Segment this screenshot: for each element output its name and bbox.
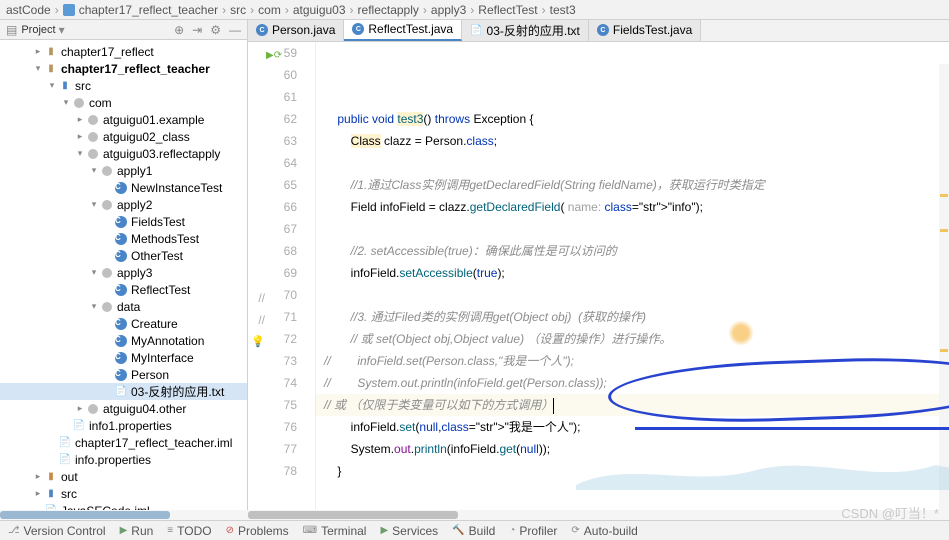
settings-icon[interactable]: ⚙ [210,23,221,37]
editor-area: CPerson.javaCReflectTest.java📄03-反射的应用.t… [248,20,949,520]
terminal-button[interactable]: ⌨Terminal [303,524,367,538]
bc-item[interactable]: ReflectTest [478,3,537,17]
watermark: CSDN @叮当！* [841,503,939,522]
bottom-toolbar: ⎇Version Control ▶Run ≡TODO ⊘Problems ⌨T… [0,520,949,540]
tree-item-fieldstest[interactable]: CFieldsTest [0,213,247,230]
tree-item-apply1[interactable]: ▾apply1 [0,162,247,179]
bc-item[interactable]: com [258,3,281,17]
sidebar-title: Project [21,24,55,36]
tab-03-------txt[interactable]: 📄03-反射的应用.txt [462,20,589,41]
bc-item[interactable]: astCode [6,3,51,17]
code-line-72[interactable]: // 或 （仅限于类变量可以如下的方式调用） [316,394,949,416]
tree-item-info-properties[interactable]: 📄info.properties [0,451,247,468]
run-gutter-icon[interactable]: ▶⟳ [266,45,282,67]
bc-item[interactable]: atguigu03 [293,3,346,17]
tree-item-creature[interactable]: CCreature [0,315,247,332]
tab-person-java[interactable]: CPerson.java [248,20,344,41]
hide-icon[interactable]: — [229,23,241,37]
tree-item-chapter17-reflect[interactable]: ▸▮chapter17_reflect [0,43,247,60]
collapse-icon[interactable]: ⇥ [192,23,202,37]
code-line-70[interactable]: // infoField.set(Person.class,"我是一个人"); [316,350,949,372]
tree-item-atguigu04-other[interactable]: ▸atguigu04.other [0,400,247,417]
tree-item-myannotation[interactable]: CMyAnnotation [0,332,247,349]
tree-item-info1-properties[interactable]: 📄info1.properties [0,417,247,434]
tree-item-myinterface[interactable]: CMyInterface [0,349,247,366]
tree-item-com[interactable]: ▾com [0,94,247,111]
project-tree[interactable]: ▸▮chapter17_reflect▾▮chapter17_reflect_t… [0,40,247,520]
autobuild-button[interactable]: ⟳Auto-build [571,524,637,538]
todo-button[interactable]: ≡TODO [167,524,211,538]
code-line-63[interactable]: Field infoField = clazz.getDeclaredField… [316,196,949,218]
select-opened-icon[interactable]: ⊕ [174,23,184,37]
tree-item-chapter17-reflect-teacher-iml[interactable]: 📄chapter17_reflect_teacher.iml [0,434,247,451]
project-sidebar: ▤ Project ▾ ⊕ ⇥ ⚙ — ▸▮chapter17_reflect▾… [0,20,248,520]
code-line-71[interactable]: // System.out.println(infoField.get(Pers… [316,372,949,394]
editor-tabs[interactable]: CPerson.javaCReflectTest.java📄03-反射的应用.t… [248,20,949,42]
run-button[interactable]: ▶Run [120,524,154,538]
vcs-graph [576,450,949,490]
tree-item-person[interactable]: CPerson [0,366,247,383]
code-body[interactable]: public void test3() throws Exception { C… [316,42,949,520]
tab-fieldstest-java[interactable]: CFieldsTest.java [589,20,701,41]
tree-item-apply2[interactable]: ▾apply2 [0,196,247,213]
breadcrumb: astCode› chapter17_reflect_teacher› src›… [0,0,949,20]
tree-item-src[interactable]: ▸▮src [0,485,247,502]
services-button[interactable]: ▶Services [380,524,438,538]
tree-item-reflecttest[interactable]: CReflectTest [0,281,247,298]
gutter: ▶⟳ 596061626364656667686970//71//72💡7374… [248,42,316,520]
tree-item-src[interactable]: ▾▮src [0,77,247,94]
sidebar-header: ▤ Project ▾ ⊕ ⇥ ⚙ — [0,20,247,40]
tab-reflecttest-java[interactable]: CReflectTest.java [344,20,462,41]
code-line-65[interactable]: //2. setAccessible(true)：确保此属性是可以访问的 [316,240,949,262]
tree-item-out[interactable]: ▸▮out [0,468,247,485]
code-line-73[interactable]: infoField.set(null,class="str">"我是一个人"); [316,416,949,438]
tree-item-atguigu01-example[interactable]: ▸atguigu01.example [0,111,247,128]
code-line-67[interactable] [316,284,949,306]
tree-item-atguigu02-class[interactable]: ▸atguigu02_class [0,128,247,145]
tree-scrollbar[interactable] [0,510,248,520]
tree-item-atguigu03-reflectapply[interactable]: ▾atguigu03.reflectapply [0,145,247,162]
code-editor[interactable]: ▶⟳ 596061626364656667686970//71//72💡7374… [248,42,949,520]
bc-item[interactable]: test3 [550,3,576,17]
code-line-64[interactable] [316,218,949,240]
code-line-69[interactable]: // 或 set(Object obj,Object value) （设置的操作… [316,328,949,350]
code-line-68[interactable]: //3. 通过Filed类的实例调用get(Object obj) (获取的操作… [316,306,949,328]
tree-item-03-------txt[interactable]: 📄03-反射的应用.txt [0,383,247,400]
tree-item-newinstancetest[interactable]: CNewInstanceTest [0,179,247,196]
build-button[interactable]: 🔨Build [452,524,495,538]
code-line-62[interactable]: //1.通过Class实例调用getDeclaredField(String f… [316,174,949,196]
problems-button[interactable]: ⊘Problems [226,524,289,538]
profiler-button[interactable]: ◔Profiler [509,524,557,538]
bc-item[interactable]: chapter17_reflect_teacher [79,3,218,17]
bc-item[interactable]: reflectapply [358,3,419,17]
tree-item-methodstest[interactable]: CMethodsTest [0,230,247,247]
tree-item-chapter17-reflect-teacher[interactable]: ▾▮chapter17_reflect_teacher [0,60,247,77]
code-line-60[interactable]: Class clazz = Person.class; [316,130,949,152]
bc-item[interactable]: apply3 [431,3,466,17]
code-line-66[interactable]: infoField.setAccessible(true); [316,262,949,284]
tree-item-othertest[interactable]: COtherTest [0,247,247,264]
bc-item[interactable]: src [230,3,246,17]
code-line-61[interactable] [316,152,949,174]
version-control-button[interactable]: ⎇Version Control [8,524,106,538]
tree-item-data[interactable]: ▾data [0,298,247,315]
tree-item-apply3[interactable]: ▾apply3 [0,264,247,281]
code-line-59[interactable]: public void test3() throws Exception { [316,108,949,130]
expand-icon[interactable]: ▤ [6,23,17,37]
